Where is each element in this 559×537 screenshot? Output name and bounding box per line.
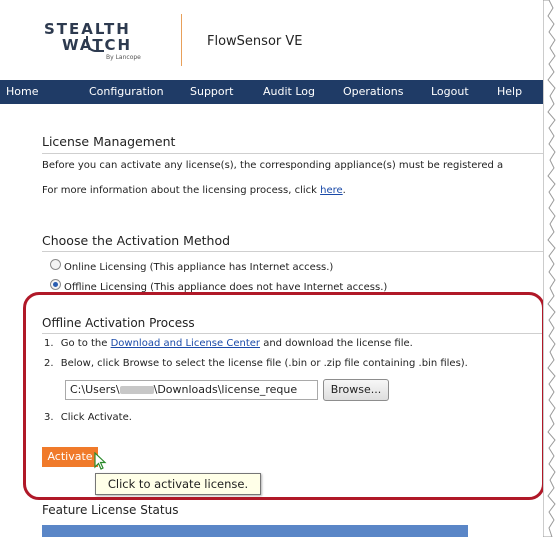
torn-edge: [543, 0, 556, 537]
mouse-cursor-icon: [94, 452, 107, 470]
step-3-text: Click Activate.: [60, 412, 132, 423]
license-file-input[interactable]: C:\Users\ \Downloads\license_reque: [65, 380, 318, 400]
step-2: 2. Below, click Browse to select the lic…: [44, 358, 468, 369]
nav-item-logout[interactable]: Logout: [431, 85, 469, 98]
licensing-info-line: For more information about the licensing…: [42, 185, 346, 196]
nav-item-operations[interactable]: Operations: [343, 85, 403, 98]
step-2-text: Below, click Browse to select the licens…: [60, 358, 468, 369]
product-name: FlowSensor VE: [207, 34, 303, 49]
section-divider: [42, 251, 545, 252]
browse-button[interactable]: Browse...: [323, 379, 389, 401]
step-2-number: 2.: [44, 358, 54, 369]
stealthwatch-logo: STEALTH WATCH By Lancope: [40, 18, 170, 66]
nav-item-help[interactable]: Help: [497, 85, 522, 98]
licensing-info-prefix: For more information about the licensing…: [42, 185, 321, 196]
main-nav: Home Configuration Support Audit Log Ope…: [0, 80, 545, 104]
offline-licensing-label[interactable]: Offline Licensing (This appliance does n…: [64, 282, 387, 293]
download-license-center-link[interactable]: Download and License Center: [111, 338, 260, 349]
register-notice: Before you can activate any license(s), …: [42, 160, 504, 171]
redacted-username: [119, 386, 154, 394]
feature-status-table-header: [42, 525, 468, 537]
step-1-prefix: Go to the: [60, 338, 111, 349]
online-licensing-label[interactable]: Online Licensing (This appliance has Int…: [64, 262, 333, 273]
activate-button[interactable]: Activate: [42, 447, 98, 467]
section-divider: [42, 333, 545, 334]
licensing-info-suffix: .: [342, 185, 346, 196]
step-3-number: 3.: [44, 412, 54, 423]
offline-process-heading: Offline Activation Process: [42, 316, 195, 330]
logo-text-watch: WATCH: [62, 36, 133, 54]
nav-item-support[interactable]: Support: [190, 85, 233, 98]
step-1-number: 1.: [44, 338, 54, 349]
step-1: 1. Go to the Download and License Center…: [44, 338, 413, 349]
activate-tooltip: Click to activate license.: [95, 473, 261, 495]
page: STEALTH WATCH By Lancope FlowSensor VE H…: [0, 0, 545, 537]
feature-status-heading: Feature License Status: [42, 503, 179, 517]
step-1-suffix: and download the license file.: [260, 338, 413, 349]
nav-item-audit-log[interactable]: Audit Log: [263, 85, 315, 98]
activation-method-heading: Choose the Activation Method: [42, 233, 231, 248]
logo-text-lancope: By Lancope: [106, 54, 141, 61]
nav-item-configuration[interactable]: Configuration: [89, 85, 164, 98]
here-link[interactable]: here: [320, 185, 343, 196]
header: STEALTH WATCH By Lancope FlowSensor VE: [0, 0, 545, 80]
step-3: 3. Click Activate.: [44, 412, 132, 423]
section-divider: [42, 153, 545, 154]
file-path-prefix: C:\Users\: [70, 383, 120, 396]
nav-item-home[interactable]: Home: [6, 85, 38, 98]
online-licensing-radio[interactable]: [50, 259, 61, 270]
header-divider: [181, 14, 182, 66]
offline-licensing-radio[interactable]: [50, 279, 61, 290]
file-path-suffix: \Downloads\license_reque: [153, 383, 298, 396]
license-management-heading: License Management: [42, 134, 176, 149]
